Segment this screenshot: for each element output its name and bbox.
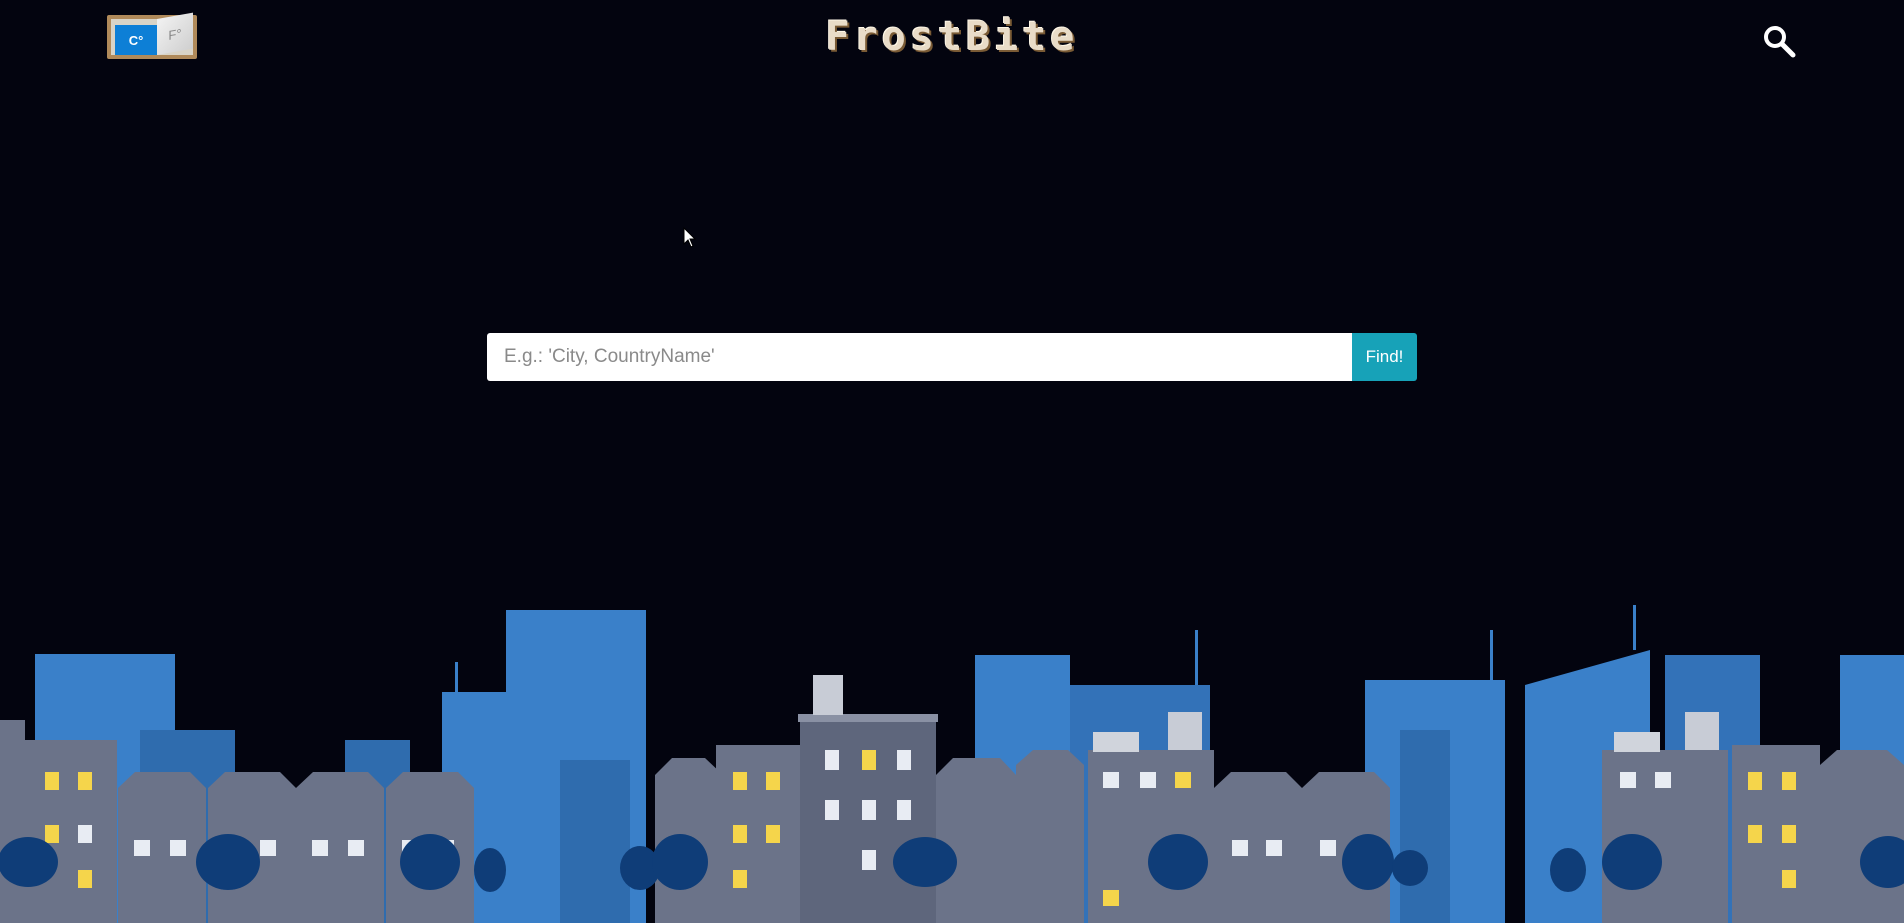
brand-title: FrostBite xyxy=(825,14,1079,60)
city-search-form: Find! xyxy=(487,333,1417,381)
header: C° F° FrostBite xyxy=(0,0,1904,80)
search-icon[interactable] xyxy=(1762,24,1796,58)
find-button[interactable]: Find! xyxy=(1352,333,1417,381)
city-search-input[interactable] xyxy=(487,333,1352,381)
mouse-cursor-icon xyxy=(683,226,697,249)
city-skyline-illustration xyxy=(0,605,1904,923)
